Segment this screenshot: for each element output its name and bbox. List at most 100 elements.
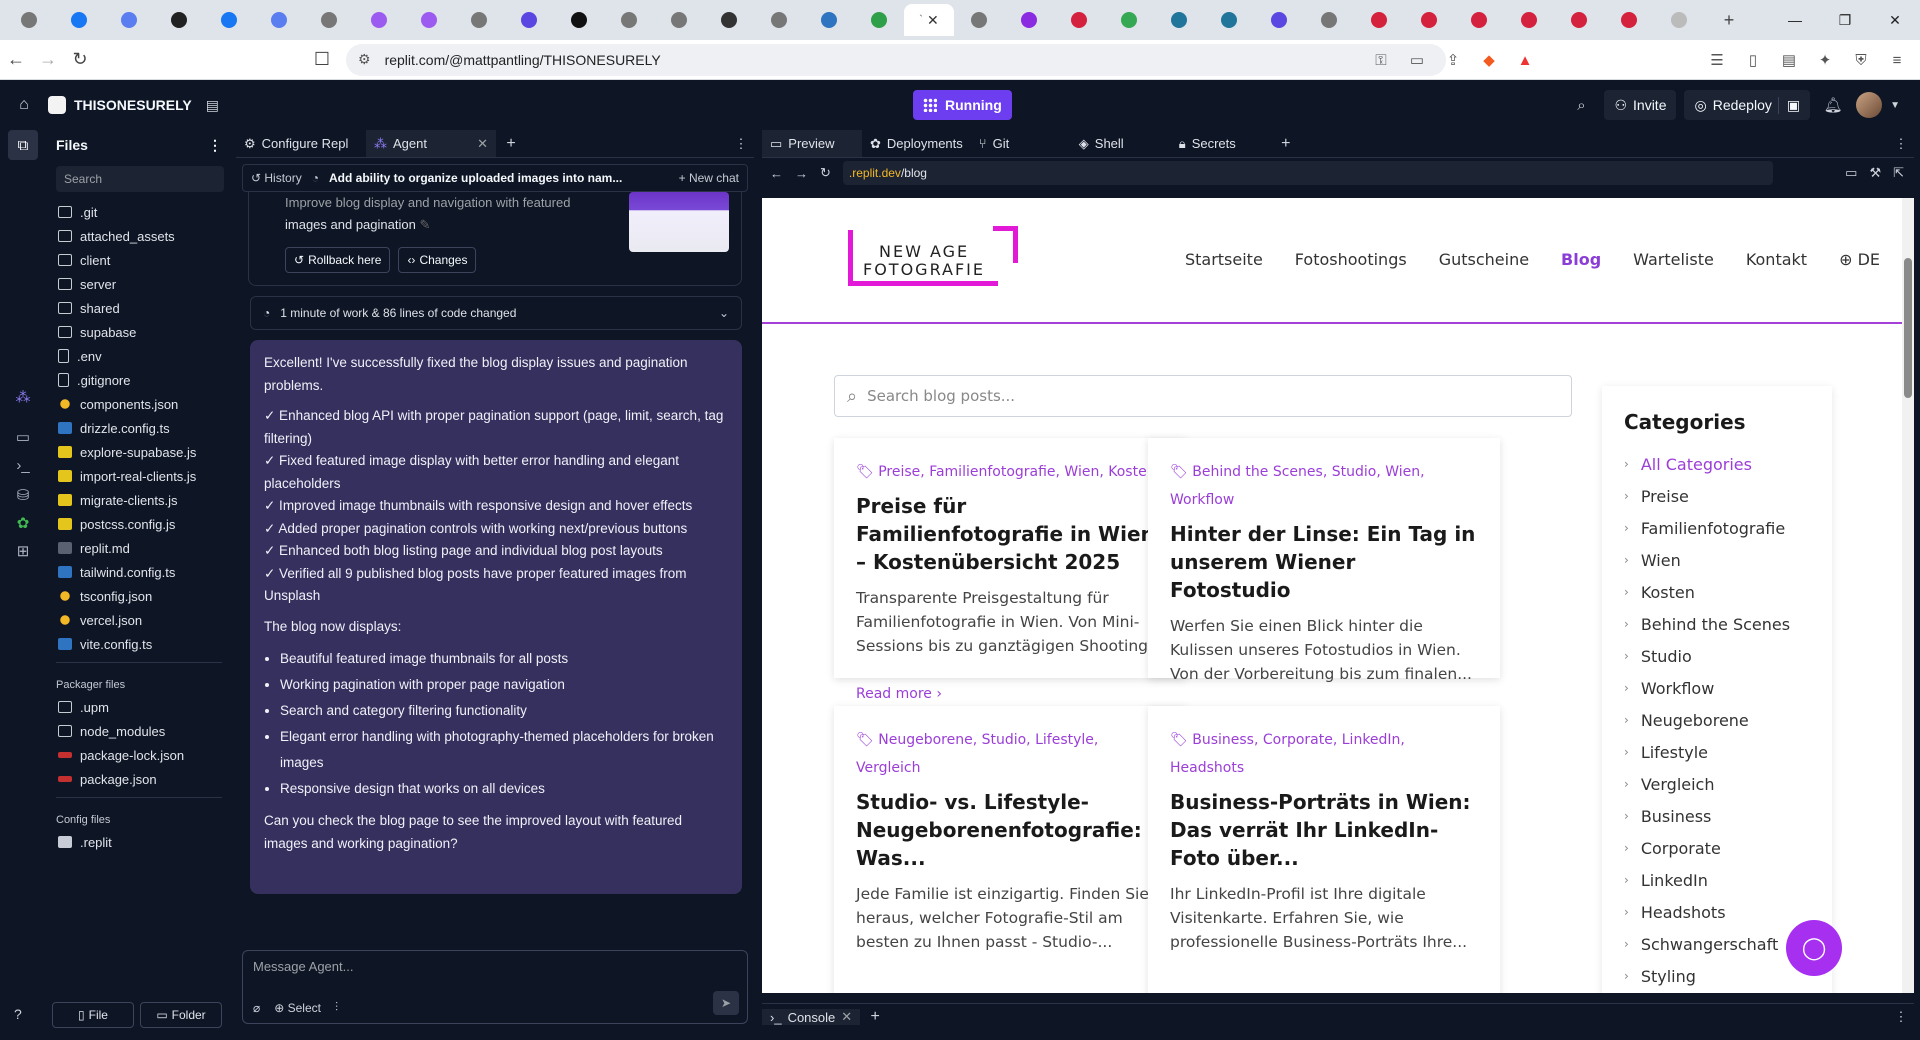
browser-tab[interactable] — [1154, 4, 1204, 36]
open-new-tab-icon[interactable]: ⇱ — [1893, 165, 1904, 181]
file-tree-item[interactable]: .git — [48, 200, 230, 224]
tab-secrets[interactable]: 🔒︎ Secrets — [1171, 130, 1271, 157]
browser-tab[interactable] — [1504, 4, 1554, 36]
file-tree-item[interactable]: package-lock.json — [48, 743, 230, 767]
browser-tab[interactable] — [1304, 4, 1354, 36]
avatar[interactable] — [1856, 92, 1883, 118]
help-icon[interactable]: ? — [14, 1006, 22, 1022]
repl-name[interactable]: THISONESURELY — [74, 97, 192, 113]
site-logo[interactable]: NEW AGE FOTOGRAFIE — [848, 226, 1018, 286]
nav-item-kontakt[interactable]: Kontakt — [1746, 250, 1807, 269]
edit-icon[interactable]: ✎ — [419, 217, 430, 232]
menu-icon[interactable]: ≡ — [1882, 44, 1912, 76]
tab-configure-repl[interactable]: ⚙ Configure Repl — [236, 130, 366, 157]
nav-item-startseite[interactable]: Startseite — [1185, 250, 1263, 269]
tab-agent[interactable]: ⁂ Agent ✕ — [366, 130, 496, 157]
agent-tool-icon[interactable]: ⁂ — [8, 382, 38, 412]
search-icon[interactable]: ⌕ — [1566, 90, 1596, 120]
add-tab-icon[interactable]: + — [1271, 130, 1301, 157]
file-tree-item[interactable]: vercel.json — [48, 608, 230, 632]
settings-sliders-icon[interactable]: ⫶ — [335, 1000, 338, 1015]
file-tree-item[interactable]: supabase — [48, 320, 230, 344]
category-item[interactable]: › Schwangerschaft — [1624, 928, 1810, 960]
blog-post-card[interactable]: 🏷︎ Preise, Familienfotografie, Wien, Kos… — [834, 438, 1186, 702]
browser-tab[interactable] — [404, 4, 454, 36]
leo-icon[interactable]: ✦ — [1810, 44, 1840, 76]
file-tree-item[interactable]: package.json — [48, 767, 230, 791]
browser-tab[interactable] — [604, 4, 654, 36]
chevron-down-icon[interactable]: ▼ — [1890, 100, 1900, 111]
wallet-icon[interactable]: ▤ — [1774, 44, 1804, 76]
post-tags[interactable]: 🏷︎ Behind the Scenes, Studio, Wien, Work… — [1170, 458, 1478, 514]
database-tool-icon[interactable]: ⛁ — [8, 480, 38, 510]
browser-tab[interactable] — [1554, 4, 1604, 36]
browser-tab-active[interactable]: ` ✕ — [904, 4, 954, 36]
tab-deployments[interactable]: ✿ Deployments — [862, 130, 971, 157]
browser-tab[interactable] — [704, 4, 754, 36]
files-search-input[interactable]: Search — [56, 166, 224, 192]
browser-tab[interactable] — [1604, 4, 1654, 36]
new-tab-button[interactable]: + — [1704, 4, 1754, 36]
file-tree-item[interactable]: shared — [48, 296, 230, 320]
browser-tab[interactable] — [654, 4, 704, 36]
file-tree-item[interactable]: .replit — [48, 830, 230, 854]
file-tree-item[interactable]: tailwind.config.ts — [48, 560, 230, 584]
browser-tab[interactable] — [454, 4, 504, 36]
file-tree-item[interactable]: postcss.config.js — [48, 512, 230, 536]
sidebar-icon[interactable]: ▯ — [1738, 44, 1768, 76]
browser-tab[interactable] — [254, 4, 304, 36]
nav-item-warteliste[interactable]: Warteliste — [1633, 250, 1714, 269]
back-icon[interactable]: ← — [0, 44, 32, 76]
rewards-icon[interactable]: ▲ — [1510, 44, 1540, 76]
more-options-icon[interactable]: ⋮ — [1888, 1009, 1914, 1025]
new-file-button[interactable]: ▯ File — [52, 1002, 134, 1028]
browser-tab[interactable] — [204, 4, 254, 36]
blog-post-card[interactable]: 🏷︎ Neugeborene, Studio, Lifestyle, Vergl… — [834, 706, 1186, 993]
chevron-down-icon[interactable]: ⌄ — [719, 306, 729, 320]
browser-tab[interactable] — [954, 4, 1004, 36]
category-item[interactable]: › All Categories — [1624, 448, 1810, 480]
browser-tab[interactable] — [154, 4, 204, 36]
select-button[interactable]: ⊕ Select — [274, 1001, 321, 1015]
bookmark-icon[interactable]: ☐ — [306, 44, 338, 76]
close-icon[interactable]: ✕ — [841, 1009, 852, 1025]
browser-tab[interactable] — [4, 4, 54, 36]
nav-item-gutscheine[interactable]: Gutscheine — [1439, 250, 1529, 269]
read-more-link[interactable]: Read more › — [856, 686, 1164, 702]
file-tree-item[interactable]: vite.config.ts — [48, 632, 230, 656]
browser-tab[interactable] — [754, 4, 804, 36]
close-window-icon[interactable]: ✕ — [1870, 0, 1920, 40]
new-folder-button[interactable]: ▭ Folder — [140, 1002, 222, 1028]
category-item[interactable]: › Behind the Scenes — [1624, 608, 1810, 640]
redeploy-button[interactable]: ◎ Redeploy ▣ — [1684, 90, 1811, 120]
preview-scrollbar[interactable] — [1902, 198, 1914, 993]
tab-preview[interactable]: ▭ Preview — [762, 130, 862, 157]
preview-tool-icon[interactable]: ▭ — [8, 422, 38, 452]
add-tab-icon[interactable]: + — [860, 1008, 890, 1026]
file-tree-item[interactable]: import-real-clients.js — [48, 464, 230, 488]
rollback-button[interactable]: ↺ Rollback here — [285, 247, 391, 273]
post-tags[interactable]: 🏷︎ Business, Corporate, LinkedIn, Headsh… — [1170, 726, 1478, 782]
browser-tab[interactable] — [854, 4, 904, 36]
post-tags[interactable]: 🏷︎ Preise, Familienfotografie, Wien, Kos… — [856, 458, 1164, 486]
invite-button[interactable]: ⚇ Invite — [1604, 90, 1677, 120]
key-icon[interactable]: ⚿ — [1366, 44, 1396, 76]
category-item[interactable]: › Business — [1624, 800, 1810, 832]
reading-list-icon[interactable]: ☰ — [1702, 44, 1732, 76]
minimize-icon[interactable]: — — [1770, 0, 1820, 40]
forward-icon[interactable]: → — [795, 166, 808, 181]
vpn-icon[interactable]: ⛨ — [1846, 44, 1876, 76]
browser-tab[interactable] — [304, 4, 354, 36]
file-tree-item[interactable]: server — [48, 272, 230, 296]
nav-item-fotoshootings[interactable]: Fotoshootings — [1295, 250, 1407, 269]
file-tree-item[interactable]: migrate-clients.js — [48, 488, 230, 512]
cast-icon[interactable]: ▭ — [1402, 44, 1432, 76]
shell-tool-icon[interactable]: ›_ — [8, 450, 38, 480]
chat-title[interactable]: Add ability to organize uploaded images … — [329, 171, 629, 185]
devices-icon[interactable]: ▭ — [1845, 165, 1857, 181]
more-options-icon[interactable]: ⋮ — [1888, 130, 1914, 157]
category-item[interactable]: › Headshots — [1624, 896, 1810, 928]
category-item[interactable]: › Workflow — [1624, 672, 1810, 704]
post-title[interactable]: Hinter der Linse: Ein Tag in unserem Wie… — [1170, 520, 1478, 604]
category-item[interactable]: › Preise — [1624, 480, 1810, 512]
